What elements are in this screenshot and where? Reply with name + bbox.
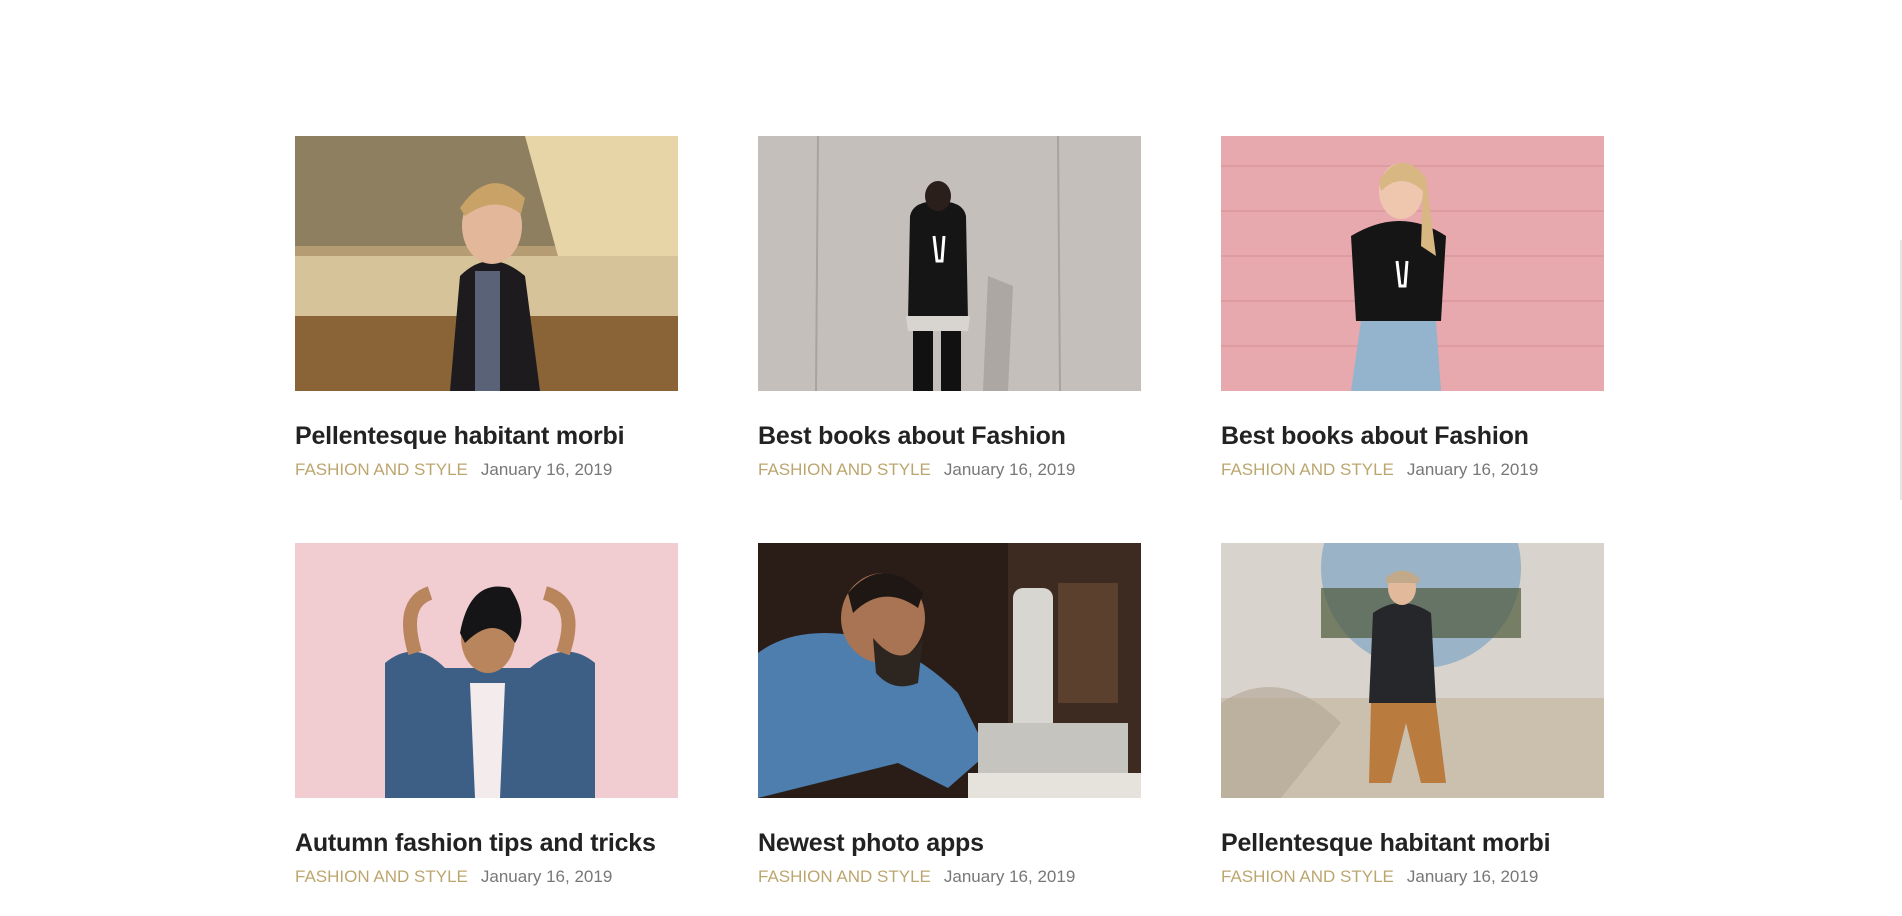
woman-pink-wall-photo [1221,136,1604,391]
post-category[interactable]: FASHION AND STYLE [758,867,931,886]
post-thumbnail[interactable] [295,543,678,798]
post-category[interactable]: FASHION AND STYLE [1221,460,1394,479]
post-category[interactable]: FASHION AND STYLE [1221,867,1394,886]
post-meta: FASHION AND STYLE January 16, 2019 [1221,866,1604,888]
post-meta: FASHION AND STYLE January 16, 2019 [758,866,1141,888]
post-date: January 16, 2019 [480,867,613,886]
post-date: January 16, 2019 [943,460,1076,479]
post-card: Newest photo apps FASHION AND STYLE Janua… [758,543,1141,888]
woman-denim-jacket-photo [295,543,678,798]
post-category[interactable]: FASHION AND STYLE [295,867,468,886]
post-title[interactable]: Best books about Fashion [1221,421,1604,451]
post-meta: FASHION AND STYLE January 16, 2019 [1221,459,1604,481]
post-thumbnail[interactable] [758,136,1141,391]
post-title[interactable]: Pellentesque habitant morbi [1221,828,1604,858]
post-category[interactable]: FASHION AND STYLE [758,460,931,479]
post-grid: Pellentesque habitant morbi FASHION AND … [295,136,1604,888]
post-meta: FASHION AND STYLE January 16, 2019 [295,866,678,888]
post-title[interactable]: Best books about Fashion [758,421,1141,451]
post-card: Best books about Fashion FASHION AND STY… [758,136,1141,481]
man-concrete-wall-photo [758,136,1141,391]
post-thumbnail[interactable] [1221,136,1604,391]
post-title[interactable]: Autumn fashion tips and tricks [295,828,678,858]
post-category[interactable]: FASHION AND STYLE [295,460,468,479]
post-meta: FASHION AND STYLE January 16, 2019 [758,459,1141,481]
post-title[interactable]: Newest photo apps [758,828,1141,858]
post-meta: FASHION AND STYLE January 16, 2019 [295,459,678,481]
post-date: January 16, 2019 [1406,460,1539,479]
post-thumbnail[interactable] [295,136,678,391]
post-date: January 16, 2019 [943,867,1076,886]
man-sitting-wall-photo [1221,543,1604,798]
post-card: Pellentesque habitant morbi FASHION AND … [295,136,678,481]
post-card: Best books about Fashion FASHION AND STY… [1221,136,1604,481]
post-card: Pellentesque habitant morbi FASHION AND … [1221,543,1604,888]
post-date: January 16, 2019 [480,460,613,479]
man-leather-jacket-photo [295,136,678,391]
man-sewing-machine-photo [758,543,1141,798]
post-date: January 16, 2019 [1406,867,1539,886]
post-thumbnail[interactable] [1221,543,1604,798]
post-title[interactable]: Pellentesque habitant morbi [295,421,678,451]
post-card: Autumn fashion tips and tricks FASHION A… [295,543,678,888]
post-thumbnail[interactable] [758,543,1141,798]
